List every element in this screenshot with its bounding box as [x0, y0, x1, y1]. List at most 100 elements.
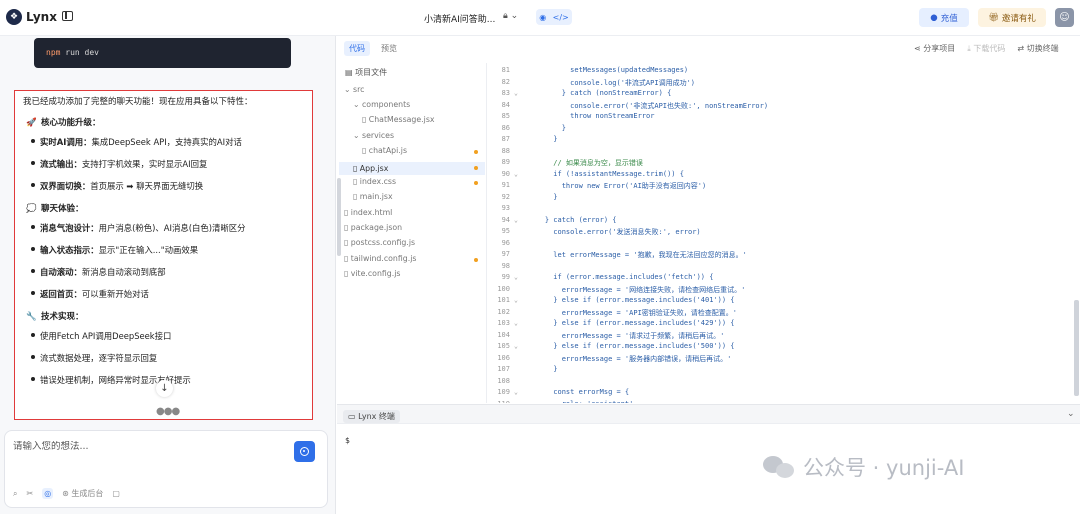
list-item: 流式数据处理，逐字符显示回复	[31, 352, 304, 364]
file-tree-item[interactable]: ⌄ services	[353, 131, 394, 140]
chevron-down-icon[interactable]: ⌄	[511, 11, 519, 21]
fold-chevron-icon[interactable]: ⌄	[514, 319, 518, 327]
share-project-button[interactable]: ⋖ 分享项目	[914, 43, 955, 54]
code-snippet-command: npm	[46, 48, 61, 57]
chat-mode-icon[interactable]: ◎	[42, 488, 54, 499]
file-tree-item[interactable]: ▯ chatApi.js	[362, 146, 407, 155]
file-tree-item[interactable]: ▯ postcss.config.js	[344, 238, 415, 247]
scroll-down-button[interactable]: ↓	[156, 380, 173, 397]
terminal-tab[interactable]: ▭ Lynx 终端	[343, 410, 400, 423]
code-text: errorMessage = '服务器内部错误，请稍后再试。'	[528, 354, 732, 363]
project-title-actions[interactable]: 🔒︎ ⌄	[503, 11, 518, 21]
list-item-text: 使用Fetch API调用DeepSeek接口	[40, 331, 172, 341]
send-button[interactable]	[294, 441, 315, 462]
list-item-label: 流式输出：	[40, 159, 82, 169]
file-tree-item[interactable]: ⌄ components	[353, 100, 410, 109]
code-view-icon[interactable]: </>	[553, 13, 569, 22]
list-item: 自动滚动：新消息自动滚动到底部	[31, 266, 304, 278]
line-number: 90	[501, 169, 510, 178]
file-tree-item-label: vite.config.js	[350, 269, 401, 278]
download-code-button[interactable]: ⤓ 下载代码	[967, 43, 1005, 54]
chat-view-icon[interactable]: ◉	[539, 13, 546, 22]
view-toggle[interactable]: ◉ </>	[536, 9, 572, 25]
file-tree-item[interactable]: ▯ index.css	[353, 177, 396, 186]
avatar[interactable]: ☺	[1055, 8, 1074, 27]
file-icon: ▯	[353, 192, 360, 201]
attach-icon[interactable]: ⌕	[13, 489, 17, 499]
file-tree-item[interactable]: ▯ vite.config.js	[344, 269, 400, 278]
fold-chevron-icon[interactable]: ⌄	[514, 216, 518, 224]
fold-chevron-icon[interactable]: ⌄	[514, 170, 518, 178]
fold-chevron-icon[interactable]: ⌄	[514, 388, 518, 396]
recharge-button[interactable]: ● 充值	[919, 8, 969, 27]
line-number: 89	[501, 158, 510, 166]
line-number: 95	[501, 227, 510, 235]
file-icon: ▯	[353, 177, 360, 186]
lock-icon[interactable]: 🔒︎	[503, 11, 508, 21]
file-tree-item[interactable]: ⌄ src	[344, 85, 364, 94]
code-editor[interactable]: 81 setMessages(updatedMessages) 82 consol…	[488, 57, 1080, 403]
file-tree-item-label: services	[362, 131, 395, 140]
file-tree-item-label: index.html	[350, 208, 393, 217]
line-number: 101	[497, 296, 510, 304]
fold-chevron-icon[interactable]: ⌄	[514, 89, 518, 97]
file-tree-item[interactable]: ▯ main.jsx	[353, 192, 393, 201]
file-tree-item-label: postcss.config.js	[350, 238, 416, 247]
modified-dot-icon	[474, 166, 478, 170]
sidebar-toggle-icon[interactable]	[62, 11, 73, 21]
fold-chevron-icon[interactable]: ⌄	[514, 296, 518, 304]
terminal-prompt[interactable]: $	[345, 436, 350, 445]
switch-terminal-button[interactable]: ⇄ 切换终端	[1017, 43, 1058, 54]
list-item-text: 可以重新开始对话	[81, 289, 149, 299]
code-text: } catch (nonStreamError) {	[528, 89, 672, 97]
typing-dots-icon: ●●●	[156, 406, 180, 417]
list-item: 使用Fetch API调用DeepSeek接口	[31, 330, 304, 342]
chevron-down-icon[interactable]: ⌄	[1067, 409, 1075, 419]
lynx-logo-icon: ❖	[6, 9, 22, 25]
editor-scrollbar[interactable]	[1074, 300, 1079, 396]
image-icon[interactable]: ▢	[112, 489, 120, 498]
invite-button[interactable]: 🎁︎ 邀请有礼	[978, 8, 1046, 27]
file-tree-item-label: package.json	[350, 223, 403, 232]
file-tree-item[interactable]: ▯ tailwind.config.js	[344, 254, 416, 263]
line-number: 99	[501, 273, 510, 281]
file-tree-item-label: components	[362, 100, 411, 109]
list-item: 返回首页：可以重新开始对话	[31, 288, 304, 300]
file-tree-item[interactable]: ▯ index.html	[344, 208, 392, 217]
fold-chevron-icon[interactable]: ⌄	[514, 273, 518, 281]
list-item-label: 双界面切换：	[40, 181, 91, 191]
code-text: errorMessage = 'API密钥验证失败，请检查配置。'	[528, 308, 738, 317]
section-title-text: 技术实现：	[41, 312, 84, 322]
code-text: const errorMsg = {	[528, 388, 630, 396]
file-tree-scrollbar[interactable]	[337, 178, 341, 256]
download-code-label: 下载代码	[973, 44, 1006, 53]
section-emoji-icon: 🔧	[26, 312, 37, 322]
input-toolbar: ⌕ ✂ ◎ ⊛ 生成后台 ▢	[13, 488, 120, 499]
tab-preview[interactable]: 预览	[376, 41, 402, 56]
app-logo[interactable]: ❖ Lynx	[6, 9, 57, 25]
code-text: console.error('非流式API也失败:', nonStreamErr…	[528, 101, 769, 110]
chat-input[interactable]	[13, 441, 283, 452]
assistant-message: 我已经成功添加了完整的聊天功能！现在应用具备以下特性： 🚀 核心功能升级： 实时AI…	[14, 90, 313, 420]
folder-icon: ⌄	[344, 85, 354, 94]
generate-backend-button[interactable]: ⊛ 生成后台	[62, 488, 103, 499]
line-number: 102	[497, 307, 510, 316]
file-tree-item[interactable]: ▯ package.json	[344, 223, 402, 232]
modified-dot-icon	[474, 181, 478, 185]
project-title[interactable]: 小清新AI问答助...	[424, 12, 495, 25]
code-text: } else if (error.message.includes('500')…	[528, 342, 735, 350]
code-text: if (!assistantMessage.trim()) {	[528, 169, 684, 178]
line-number: 103	[497, 319, 510, 327]
file-tree-header-label: 项目文件	[355, 68, 388, 77]
code-text: throw new Error('AI助手没有返回内容')	[528, 182, 707, 190]
file-tree-item[interactable]: ▯ App.jsx	[339, 162, 485, 175]
section-emoji-icon: 💭	[26, 204, 37, 214]
scissors-icon[interactable]: ✂	[26, 489, 33, 498]
file-tree-item[interactable]: ▯ ChatMessage.jsx	[362, 115, 435, 124]
tab-code[interactable]: 代码	[344, 41, 370, 56]
list-item: 实时AI调用：集成DeepSeek API，支持真实的AI对话	[31, 136, 304, 148]
code-text: console.error('发送消息失败:', error)	[528, 228, 701, 236]
fold-chevron-icon[interactable]: ⌄	[514, 342, 518, 350]
top-bar: ❖ Lynx 小清新AI问答助... 🔒︎ ⌄ ◉ </> ● 充值 🎁︎ 邀请…	[0, 0, 1080, 36]
file-icon: ▯	[362, 146, 369, 155]
